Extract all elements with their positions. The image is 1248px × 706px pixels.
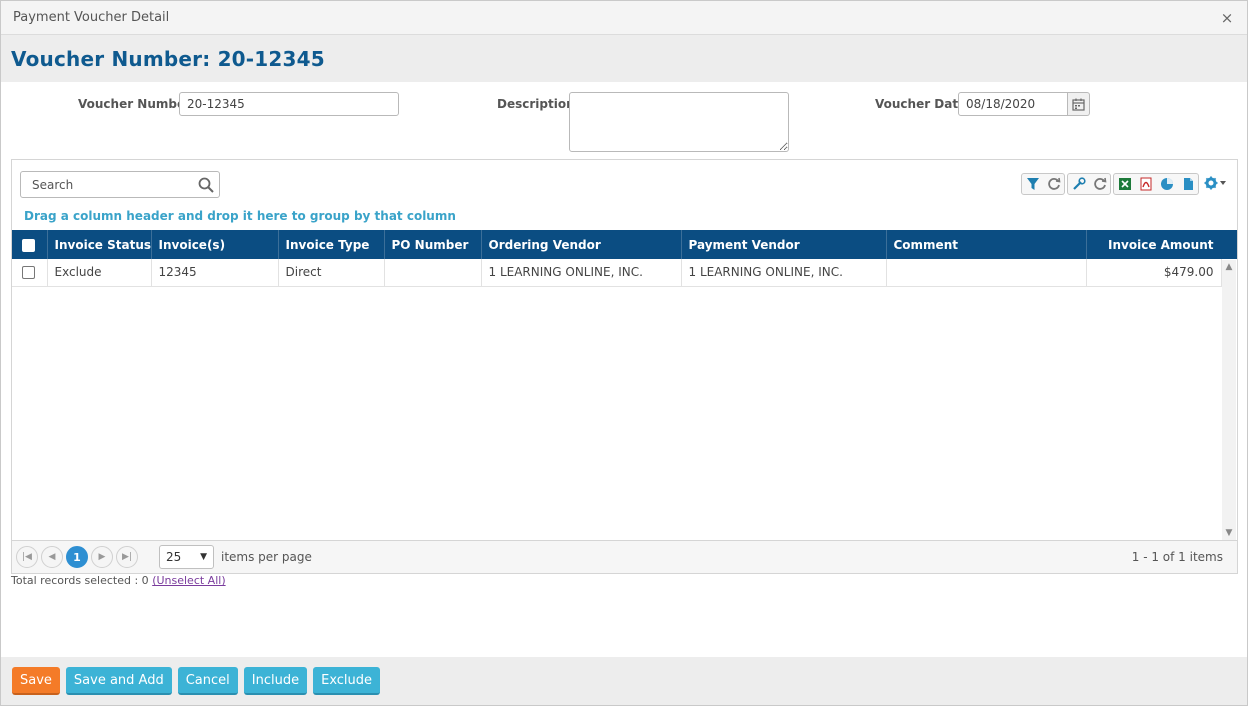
grid-toolbar: Drag a column header and drop it here to…: [12, 160, 1237, 230]
search-input[interactable]: [32, 177, 192, 192]
column-header-ordering-vendor[interactable]: Ordering Vendor: [481, 230, 682, 259]
row-checkbox[interactable]: [22, 266, 35, 280]
description-label: Description:: [497, 97, 580, 111]
column-header-invoice-status[interactable]: Invoice Status: [47, 230, 152, 259]
calendar-icon[interactable]: [1068, 92, 1090, 116]
voucher-date-label: Voucher Date:: [875, 97, 972, 111]
column-header-invoice-type[interactable]: Invoice Type: [278, 230, 385, 259]
exclude-button[interactable]: Exclude: [313, 667, 381, 695]
settings-gear-icon[interactable]: [1201, 173, 1231, 193]
settings-tool-group: [1201, 173, 1231, 195]
close-icon[interactable]: ×: [1219, 9, 1235, 27]
row-checkbox-cell[interactable]: [12, 259, 48, 287]
cell-comment: [886, 259, 1087, 287]
dialog-titlebar: Payment Voucher Detail ×: [1, 1, 1247, 35]
pager-info: 1 - 1 of 1 items: [1131, 550, 1223, 564]
save-and-add-button[interactable]: Save and Add: [65, 667, 172, 695]
reset-filter-icon[interactable]: [1043, 174, 1064, 194]
payment-voucher-dialog: Payment Voucher Detail × Voucher Number:…: [0, 0, 1248, 706]
voucher-date-input[interactable]: [958, 92, 1068, 116]
save-button[interactable]: Save: [12, 667, 60, 695]
column-header-po-number[interactable]: PO Number: [384, 230, 482, 259]
column-header-payment-vendor[interactable]: Payment Vendor: [681, 230, 887, 259]
cell-invoice: 12345: [151, 259, 279, 287]
excel-icon[interactable]: [1114, 174, 1135, 194]
reset-layout-icon[interactable]: [1089, 174, 1110, 194]
dialog-title: Payment Voucher Detail: [13, 10, 170, 25]
table-row[interactable]: Exclude 12345 Direct 1 LEARNING ONLINE, …: [12, 259, 1222, 287]
invoice-grid: Drag a column header and drop it here to…: [11, 159, 1238, 574]
page-size-value: 25: [166, 550, 182, 564]
cell-po-number: [384, 259, 482, 287]
vertical-scrollbar[interactable]: ▲ ▼: [1222, 260, 1236, 540]
invoice-table: Invoice Status Invoice(s) Invoice Type P…: [12, 230, 1222, 287]
unselect-all-link[interactable]: (Unselect All): [152, 574, 225, 587]
search-box: [20, 171, 220, 198]
items-per-page-label: items per page: [221, 550, 312, 564]
column-header-comment[interactable]: Comment: [886, 230, 1087, 259]
page-size-select[interactable]: 25 ▼: [159, 545, 214, 569]
filter-icon[interactable]: [1022, 174, 1043, 194]
column-header-invoices[interactable]: Invoice(s): [151, 230, 279, 259]
cell-invoice-amount: $479.00: [1086, 259, 1222, 287]
cell-invoice-status: Exclude: [47, 259, 152, 287]
layout-tool-group: [1067, 173, 1111, 195]
export-tool-group: [1113, 173, 1199, 195]
chevron-down-icon: ▼: [200, 552, 207, 562]
page-title: Voucher Number: 20-12345: [11, 46, 325, 71]
header-scroll-filler: [1220, 230, 1237, 259]
voucher-form: Voucher Number: Description: Voucher Dat…: [1, 82, 1247, 158]
selection-count: Total records selected : 0: [11, 574, 149, 587]
current-page-button[interactable]: 1: [66, 546, 88, 568]
column-header-invoice-amount[interactable]: Invoice Amount: [1086, 230, 1222, 259]
prev-page-icon[interactable]: ◀: [41, 546, 63, 568]
document-icon[interactable]: [1177, 174, 1198, 194]
cell-ordering-vendor: 1 LEARNING ONLINE, INC.: [481, 259, 682, 287]
voucher-number-input[interactable]: [179, 92, 399, 116]
chart-icon[interactable]: [1156, 174, 1177, 194]
last-page-icon[interactable]: ▶|: [116, 546, 138, 568]
first-page-icon[interactable]: |◀: [16, 546, 38, 568]
cell-payment-vendor: 1 LEARNING ONLINE, INC.: [681, 259, 887, 287]
include-button[interactable]: Include: [243, 667, 308, 695]
grid-pager: |◀ ◀ 1 ▶ ▶| 25 ▼ items per page 1 - 1 of…: [12, 540, 1237, 573]
cell-invoice-type: Direct: [278, 259, 385, 287]
search-icon[interactable]: [197, 176, 215, 194]
table-header-row: Invoice Status Invoice(s) Invoice Type P…: [12, 230, 1222, 259]
grid-tools: [1021, 173, 1231, 195]
pdf-icon[interactable]: [1135, 174, 1156, 194]
scroll-down-icon[interactable]: ▼: [1222, 526, 1236, 540]
scroll-up-icon[interactable]: ▲: [1222, 260, 1236, 274]
selection-info: Total records selected : 0 (Unselect All…: [11, 574, 226, 587]
cancel-button[interactable]: Cancel: [177, 667, 238, 695]
heading-band: Voucher Number: 20-12345: [1, 35, 1247, 82]
select-all-checkbox-cell[interactable]: [12, 230, 48, 259]
wrench-icon[interactable]: [1068, 174, 1089, 194]
next-page-icon[interactable]: ▶: [91, 546, 113, 568]
description-textarea[interactable]: [569, 92, 789, 152]
filter-tool-group: [1021, 173, 1065, 195]
select-all-checkbox[interactable]: [22, 238, 35, 252]
dialog-footer: Save Save and Add Cancel Include Exclude: [1, 657, 1247, 705]
group-by-hint[interactable]: Drag a column header and drop it here to…: [24, 209, 456, 223]
